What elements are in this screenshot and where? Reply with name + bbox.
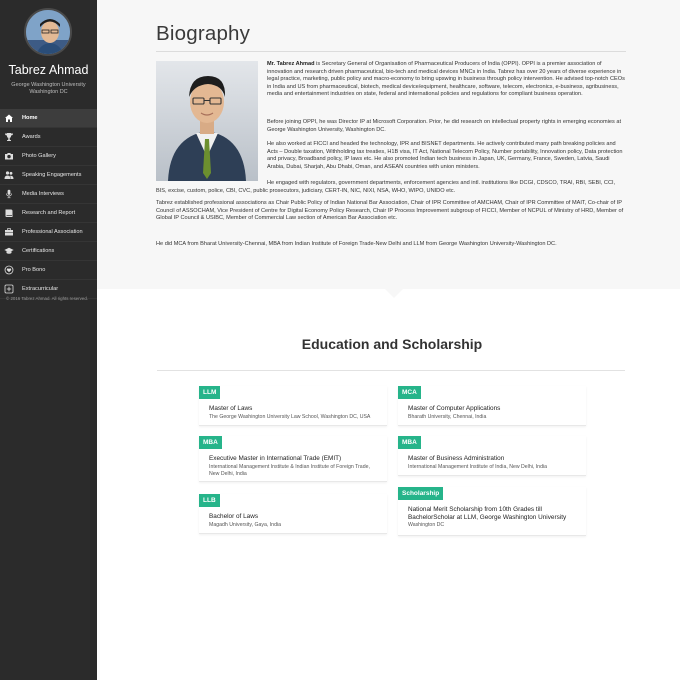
education-divider — [157, 370, 625, 371]
bio-paragraph: Mr. Tabrez Ahmad is Secretary General of… — [267, 61, 626, 99]
sidebar-item-certifications[interactable]: Certifications — [0, 242, 97, 261]
sidebar-item-pro-bono[interactable]: Pro Bono — [0, 261, 97, 280]
home-icon — [3, 113, 15, 123]
education-card: MBA Executive Master in International Tr… — [199, 436, 387, 482]
degree-name: Master of Computer Applications — [408, 405, 501, 412]
sidebar-item-label: Research and Report — [22, 210, 76, 216]
trophy-icon — [3, 132, 15, 142]
sidebar-item-label: Pro Bono — [22, 267, 46, 273]
institution-name: International Management Institute & Ind… — [209, 464, 370, 477]
graduation-cap-icon — [3, 246, 15, 256]
book-icon — [3, 208, 15, 218]
education-title: Education and Scholarship — [301, 336, 483, 352]
avatar[interactable] — [24, 8, 72, 56]
degree-badge: LLM — [199, 386, 221, 399]
section-pointer — [385, 289, 403, 298]
institution-name: International Management Institute of In… — [408, 464, 547, 470]
education-card: Scholarship National Merit Scholarship f… — [398, 487, 586, 536]
sidebar-item-awards[interactable]: Awards — [0, 128, 97, 147]
bio-name: Mr. Tabrez Ahmad — [267, 61, 315, 67]
sidebar-item-professional-association[interactable]: Professional Association — [0, 223, 97, 242]
sidebar-item-speaking-engagements[interactable]: Speaking Engagements — [0, 166, 97, 185]
sidebar-nav: Home Awards Photo Gallery Speaking Engag… — [0, 109, 97, 299]
institution-name: The George Washington University Law Sch… — [209, 414, 371, 420]
bio-paragraph-text: is Secretary General of Organisation of … — [267, 61, 625, 98]
sidebar-item-label: Certifications — [22, 248, 55, 254]
sidebar-item-media-interviews[interactable]: Media Interviews — [0, 185, 97, 204]
sidebar-item-research-and-report[interactable]: Research and Report — [0, 204, 97, 223]
sidebar-item-home[interactable]: Home — [0, 109, 97, 128]
education-card: LLB Bachelor of Laws Magadh University, … — [199, 494, 387, 534]
owner-name: Tabrez Ahmad — [8, 63, 89, 77]
degree-badge: MBA — [398, 436, 421, 449]
degree-name: Bachelor of Laws — [209, 513, 259, 520]
portrait-photo — [156, 61, 258, 181]
biography-section: Biography Mr. Tabrez Ahmad is Secretary … — [97, 0, 680, 289]
institution-name: Bharath University, Chennai, India — [408, 414, 487, 420]
degree-badge: LLB — [199, 494, 220, 507]
briefcase-icon — [3, 227, 15, 237]
sidebar: Tabrez Ahmad George Washington Universit… — [0, 0, 97, 680]
microphone-icon — [3, 189, 15, 199]
degree-name: Master of Laws — [209, 405, 253, 412]
education-card: MBA Master of Business Administration In… — [398, 436, 586, 476]
bio-paragraph: He engaged with regulators, government d… — [156, 180, 616, 194]
degree-badge: MCA — [398, 386, 421, 399]
sidebar-item-label: Media Interviews — [22, 191, 64, 197]
title-divider — [156, 51, 626, 52]
bio-paragraph: He also worked at FICCI and headed the t… — [267, 141, 623, 170]
bio-paragraph: Before joining OPPI, he was Director IP … — [267, 119, 622, 133]
degree-badge: MBA — [199, 436, 222, 449]
sidebar-item-label: Extracurricular — [22, 286, 59, 292]
page-title: Biography — [156, 22, 251, 45]
sidebar-item-label: Home — [22, 115, 38, 121]
users-icon — [3, 170, 15, 180]
sidebar-item-photo-gallery[interactable]: Photo Gallery — [0, 147, 97, 166]
sidebar-item-label: Photo Gallery — [22, 153, 56, 159]
sidebar-item-label: Speaking Engagements — [22, 172, 82, 178]
camera-icon — [3, 151, 15, 161]
education-card: LLM Master of Laws The George Washington… — [199, 386, 387, 426]
avatar-image — [26, 10, 70, 54]
sidebar-item-label: Awards — [22, 134, 41, 140]
plus-square-icon — [3, 284, 15, 294]
bio-paragraph: He did MCA from Bharat University-Chenna… — [156, 241, 557, 247]
owner-subtitle: George Washington University Washington … — [11, 82, 86, 95]
degree-name: Master of Business Administration — [408, 455, 505, 462]
degree-badge: Scholarship — [398, 487, 444, 500]
sidebar-item-label: Professional Association — [22, 229, 83, 235]
degree-name: National Merit Scholarship from 10th Gra… — [408, 506, 567, 522]
institution-name: Washington DC — [408, 522, 445, 528]
bio-paragraph: Tabrez established professional associat… — [156, 200, 624, 222]
heart-icon — [3, 265, 15, 275]
education-card: MCA Master of Computer Applications Bhar… — [398, 386, 586, 426]
degree-name: Executive Master in International Trade … — [209, 455, 342, 462]
copyright-text: © 2016 Tabrez Ahmad. All rights reserved… — [6, 296, 88, 301]
institution-name: Magadh University, Gaya, India — [209, 522, 281, 528]
